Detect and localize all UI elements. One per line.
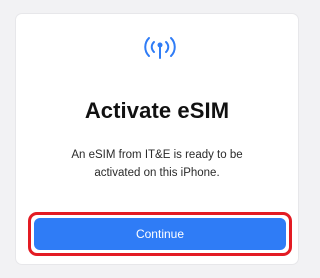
esim-activation-dialog: Activate eSIM An eSIM from IT&E is ready… — [16, 14, 298, 264]
continue-button-highlight: Continue — [28, 212, 292, 256]
cellular-signal-icon — [144, 37, 176, 59]
continue-button[interactable]: Continue — [34, 218, 286, 250]
dialog-title: Activate eSIM — [84, 98, 230, 123]
dialog-description: An eSIM from IT&E is ready to be activat… — [71, 149, 243, 179]
